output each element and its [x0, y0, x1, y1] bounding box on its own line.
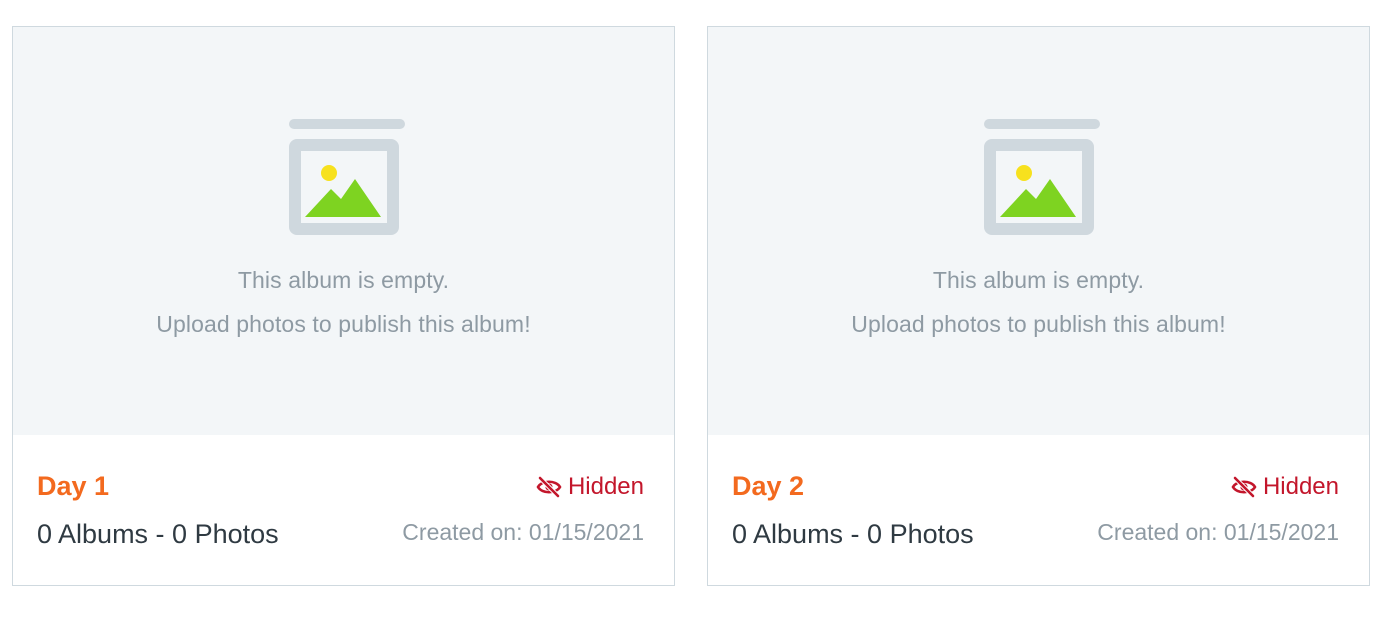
- eye-slash-icon: [1231, 476, 1257, 498]
- album-grid: This album is empty. Upload photos to pu…: [0, 0, 1389, 627]
- visibility-status: Hidden: [1231, 473, 1339, 501]
- empty-album-image-icon: [289, 119, 405, 235]
- empty-album-message: This album is empty.: [932, 267, 1145, 293]
- empty-album-hint: Upload photos to publish this album!: [851, 311, 1226, 337]
- created-date: Created on: 01/15/2021: [1097, 519, 1339, 545]
- album-title[interactable]: Day 1: [37, 471, 109, 502]
- eye-slash-icon: [536, 476, 562, 498]
- visibility-label: Hidden: [1262, 473, 1339, 500]
- album-counts: 0 Albums - 0 Photos: [732, 519, 974, 549]
- album-cover[interactable]: This album is empty. Upload photos to pu…: [13, 27, 674, 435]
- album-card-day-2[interactable]: This album is empty. Upload photos to pu…: [707, 26, 1370, 586]
- album-cover[interactable]: This album is empty. Upload photos to pu…: [708, 27, 1369, 435]
- album-footer: Day 1 0 Albums - 0 Photos Hidden Created…: [13, 435, 674, 585]
- album-title[interactable]: Day 2: [732, 471, 804, 502]
- album-card-day-1[interactable]: This album is empty. Upload photos to pu…: [12, 26, 675, 586]
- album-counts: 0 Albums - 0 Photos: [37, 519, 279, 549]
- visibility-label: Hidden: [567, 473, 644, 500]
- empty-album-hint: Upload photos to publish this album!: [156, 311, 531, 337]
- empty-album-message: This album is empty.: [237, 267, 450, 293]
- album-footer: Day 2 0 Albums - 0 Photos Hidden Created…: [708, 435, 1369, 585]
- created-date: Created on: 01/15/2021: [402, 519, 644, 545]
- empty-album-image-icon: [984, 119, 1100, 235]
- visibility-status: Hidden: [536, 473, 644, 501]
